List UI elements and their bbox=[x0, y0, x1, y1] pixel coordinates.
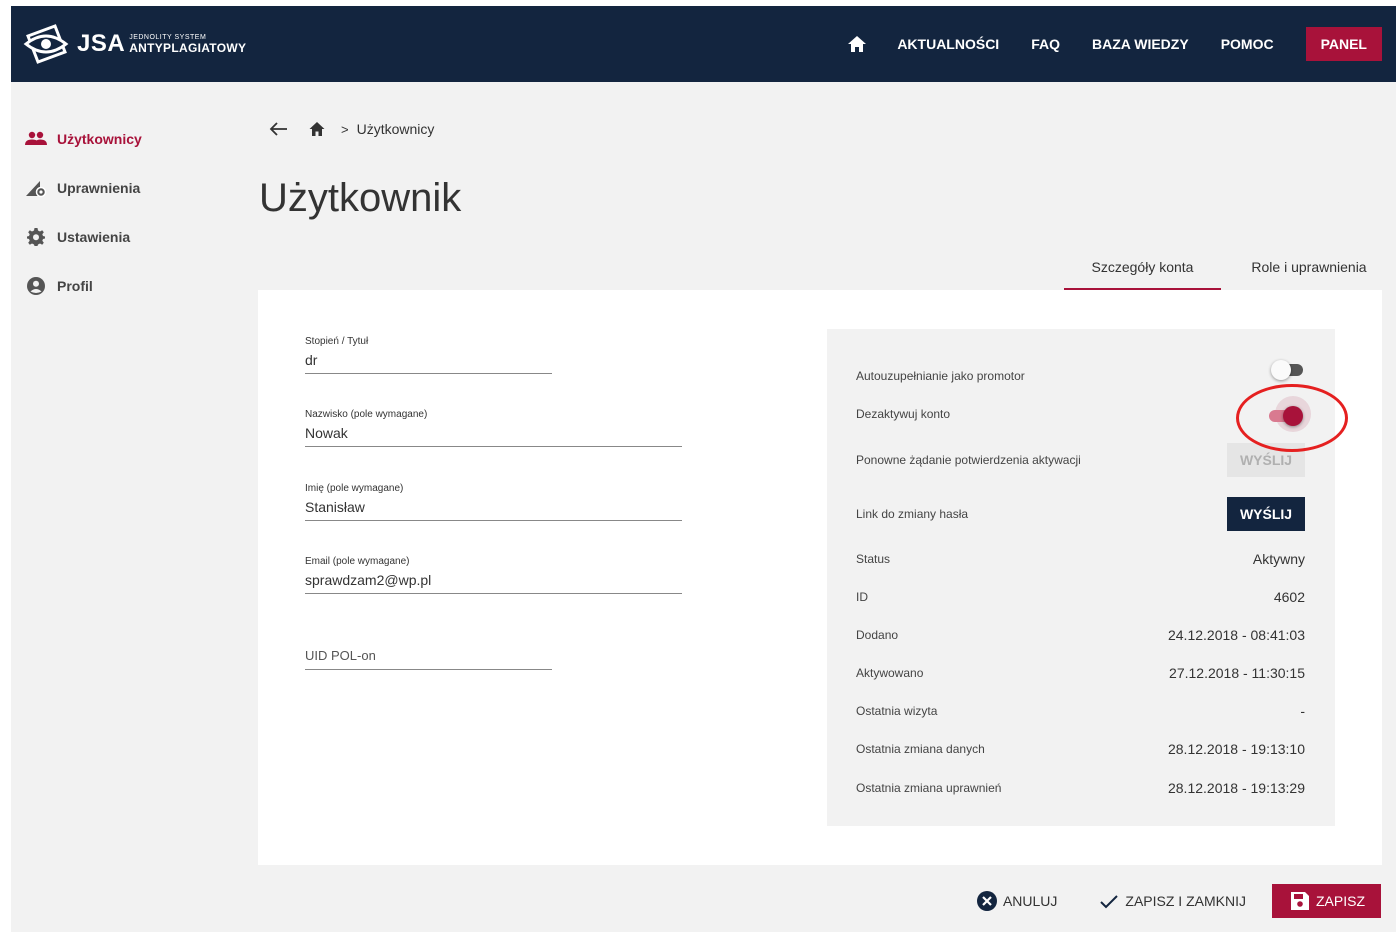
status-label: Status bbox=[856, 552, 891, 566]
account-info-panel: Autouzupełnianie jako promotor Dezaktywu… bbox=[827, 329, 1335, 826]
checkmark-icon bbox=[1100, 895, 1119, 909]
first-name-field-value[interactable]: Stanisław bbox=[305, 497, 682, 521]
added-row: Dodano 24.12.2018 - 08:41:03 bbox=[856, 620, 1305, 650]
last-visit-value: - bbox=[1300, 703, 1305, 719]
deactivate-account-toggle[interactable] bbox=[1267, 396, 1311, 432]
added-label: Dodano bbox=[856, 628, 899, 642]
tab-bar: Szczegóły konta Role i uprawnienia bbox=[1064, 252, 1389, 290]
breadcrumb-separator: > bbox=[341, 121, 349, 137]
deactivate-account-label: Dezaktywuj konto bbox=[856, 407, 951, 421]
sidebar-item-label: Uprawnienia bbox=[57, 179, 141, 196]
last-data-change-value: 28.12.2018 - 19:13:10 bbox=[1167, 741, 1305, 757]
permissions-icon bbox=[25, 178, 47, 198]
autofill-promoter-row: Autouzupełnianie jako promotor bbox=[856, 356, 1305, 386]
home-icon[interactable] bbox=[847, 34, 867, 54]
nav-faq[interactable]: FAQ bbox=[1031, 36, 1060, 52]
password-link-label: Link do zmiany hasła bbox=[856, 507, 969, 521]
surname-field-value[interactable]: Nowak bbox=[305, 423, 682, 447]
send-password-link-button[interactable]: WYŚLIJ bbox=[1227, 497, 1305, 531]
sidebar-item-permissions[interactable]: Uprawnienia bbox=[25, 163, 255, 212]
last-permission-change-value: 28.12.2018 - 19:13:29 bbox=[1167, 780, 1305, 796]
floppy-disk-icon bbox=[1290, 892, 1309, 910]
user-details-card: Stopień / Tytuł dr Nazwisko (pole wymaga… bbox=[258, 290, 1382, 865]
cancel-button[interactable]: ANULUJ bbox=[976, 891, 1058, 911]
title-field-label: Stopień / Tytuł bbox=[305, 336, 369, 347]
tab-roles-permissions[interactable]: Role i uprawnienia bbox=[1229, 252, 1389, 290]
status-value: Aktywny bbox=[1252, 551, 1305, 567]
app-frame: JSA JEDNOLITY SYSTEM ANTYPLAGIATOWY AKTU… bbox=[11, 6, 1396, 932]
surname-field-label: Nazwisko (pole wymagane) bbox=[305, 409, 428, 420]
home-icon[interactable] bbox=[309, 121, 325, 137]
email-field-value[interactable]: sprawdzam2@wp.pl bbox=[305, 570, 682, 594]
email-field-label: Email (pole wymagane) bbox=[305, 556, 410, 567]
main-nav: AKTUALNOŚCI FAQ BAZA WIEDZY POMOC PANEL bbox=[847, 6, 1396, 82]
save-button-label: ZAPISZ bbox=[1315, 893, 1365, 909]
added-value: 24.12.2018 - 08:41:03 bbox=[1167, 627, 1305, 643]
last-permission-change-label: Ostatnia zmiana uprawnień bbox=[856, 781, 1002, 795]
cancel-button-label: ANULUJ bbox=[1002, 893, 1058, 909]
save-and-close-label: ZAPISZ I ZAMKNIJ bbox=[1125, 893, 1246, 909]
activated-label: Aktywowano bbox=[856, 666, 924, 680]
nav-knowledge-base[interactable]: BAZA WIEDZY bbox=[1092, 36, 1189, 52]
users-icon bbox=[25, 129, 47, 149]
logo[interactable]: JSA JEDNOLITY SYSTEM ANTYPLAGIATOWY bbox=[23, 22, 246, 66]
form-actions: ANULUJ ZAPISZ I ZAMKNIJ ZAPISZ bbox=[976, 884, 1381, 918]
sidebar-item-label: Profil bbox=[57, 277, 93, 294]
logo-subtitle: JEDNOLITY SYSTEM ANTYPLAGIATOWY bbox=[129, 34, 246, 54]
sidebar-item-label: Ustawienia bbox=[57, 228, 131, 245]
breadcrumb: > Użytkownicy bbox=[269, 118, 434, 140]
last-data-change-row: Ostatnia zmiana danych 28.12.2018 - 19:1… bbox=[856, 734, 1305, 764]
top-bar: JSA JEDNOLITY SYSTEM ANTYPLAGIATOWY AKTU… bbox=[11, 6, 1396, 82]
last-permission-change-row: Ostatnia zmiana uprawnień 28.12.2018 - 1… bbox=[856, 773, 1305, 803]
title-field-value[interactable]: dr bbox=[305, 350, 552, 374]
gear-icon bbox=[25, 227, 47, 247]
sidebar-item-label: Użytkownicy bbox=[57, 130, 142, 147]
nav-help[interactable]: POMOC bbox=[1221, 36, 1274, 52]
save-button[interactable]: ZAPISZ bbox=[1271, 884, 1381, 918]
title-field[interactable]: Stopień / Tytuł dr bbox=[305, 336, 552, 374]
autofill-promoter-label: Autouzupełnianie jako promotor bbox=[856, 369, 1025, 383]
account-icon bbox=[25, 276, 47, 296]
cancel-circle-icon bbox=[976, 891, 997, 911]
id-row: ID 4602 bbox=[856, 582, 1305, 612]
id-value: 4602 bbox=[1273, 589, 1305, 605]
logo-subtitle-line2: ANTYPLAGIATOWY bbox=[129, 41, 247, 55]
sidebar-item-profile[interactable]: Profil bbox=[25, 261, 255, 310]
tab-account-details[interactable]: Szczegóły konta bbox=[1064, 252, 1221, 290]
sidebar-item-settings[interactable]: Ustawienia bbox=[25, 212, 255, 261]
uid-polon-placeholder[interactable]: UID POL-on bbox=[305, 646, 552, 670]
first-name-field-label: Imię (pole wymagane) bbox=[305, 483, 404, 494]
breadcrumb-current[interactable]: Użytkownicy bbox=[357, 121, 435, 137]
save-and-close-button[interactable]: ZAPISZ I ZAMKNIJ bbox=[1099, 891, 1246, 911]
deactivate-account-row: Dezaktywuj konto bbox=[856, 396, 1311, 432]
password-link-row: Link do zmiany hasła WYŚLIJ bbox=[856, 496, 1305, 532]
last-data-change-label: Ostatnia zmiana danych bbox=[856, 742, 985, 756]
toggle-knob bbox=[1271, 360, 1291, 380]
autofill-promoter-toggle[interactable] bbox=[1271, 358, 1305, 380]
last-visit-label: Ostatnia wizyta bbox=[856, 704, 938, 718]
first-name-field[interactable]: Imię (pole wymagane) Stanisław bbox=[305, 483, 682, 521]
sidebar-item-users[interactable]: Użytkownicy bbox=[25, 114, 255, 163]
sidebar: Użytkownicy Uprawnienia Ustawienia Profi… bbox=[25, 114, 255, 310]
resend-activation-row: Ponowne żądanie potwierdzenia aktywacji … bbox=[856, 442, 1305, 478]
status-row: Status Aktywny bbox=[856, 544, 1305, 574]
last-visit-row: Ostatnia wizyta - bbox=[856, 696, 1305, 726]
page-title: Użytkownik bbox=[259, 176, 462, 220]
logo-eye-icon bbox=[23, 24, 69, 64]
surname-field[interactable]: Nazwisko (pole wymagane) Nowak bbox=[305, 409, 682, 447]
email-field[interactable]: Email (pole wymagane) sprawdzam2@wp.pl bbox=[305, 556, 682, 594]
activated-value: 27.12.2018 - 11:30:15 bbox=[1169, 665, 1305, 681]
resend-activation-button[interactable]: WYŚLIJ bbox=[1227, 443, 1305, 477]
nav-news[interactable]: AKTUALNOŚCI bbox=[897, 36, 999, 52]
panel-button[interactable]: PANEL bbox=[1305, 27, 1382, 61]
uid-polon-field[interactable]: UID POL-on bbox=[305, 646, 552, 670]
arrow-back-icon[interactable] bbox=[269, 119, 289, 139]
toggle-knob bbox=[1283, 406, 1303, 426]
id-label: ID bbox=[856, 590, 868, 604]
logo-text: JSA bbox=[77, 30, 126, 57]
activated-row: Aktywowano 27.12.2018 - 11:30:15 bbox=[856, 658, 1305, 688]
resend-activation-label: Ponowne żądanie potwierdzenia aktywacji bbox=[856, 453, 1081, 467]
